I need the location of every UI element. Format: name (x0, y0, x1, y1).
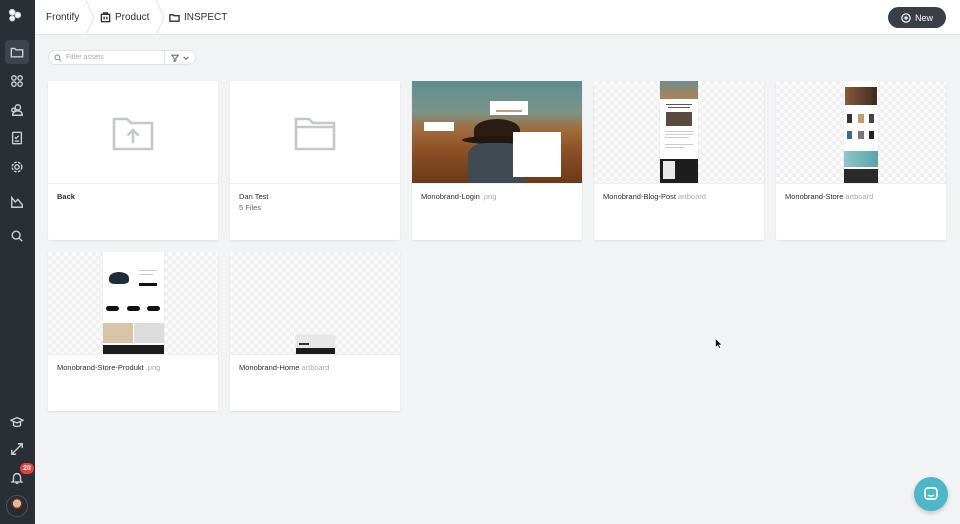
folder-icon[interactable] (5, 40, 29, 64)
asset-name: Monobrand-Blog-Post artboard (603, 192, 706, 201)
chat-icon (924, 487, 938, 500)
asset-card-image[interactable]: Monobrand-Login .png (412, 81, 582, 240)
folder-up-icon (111, 112, 155, 152)
asset-thumbnail (48, 81, 218, 184)
chat-support-button[interactable] (914, 477, 948, 511)
asset-name: Monobrand-Store-Produkt .png (57, 363, 161, 372)
breadcrumb-label: Product (115, 12, 150, 23)
breadcrumb-inspect[interactable]: INSPECT (169, 0, 227, 35)
asset-thumbnail (412, 81, 582, 184)
new-button[interactable]: New (888, 7, 946, 28)
home-preview (296, 335, 335, 354)
breadcrumb-label: INSPECT (184, 12, 228, 23)
asset-card-image[interactable]: Monobrand-Store-Produkt .png (48, 252, 218, 411)
asset-card-back[interactable]: Back (48, 81, 218, 240)
breadcrumb-label: Frontify (46, 12, 80, 23)
asset-card-folder[interactable]: Dan Test 5 Files (230, 81, 400, 240)
breadcrumb-separator (85, 0, 95, 36)
blog-post-preview (660, 81, 698, 183)
expand-icon[interactable] (5, 437, 29, 461)
asset-thumbnail (230, 81, 400, 184)
search-icon (54, 53, 62, 62)
new-button-label: New (914, 12, 933, 23)
checklist-icon[interactable] (5, 126, 29, 150)
plus-circle-icon (901, 12, 911, 23)
people-icon[interactable] (5, 98, 29, 122)
analytics-icon[interactable] (5, 190, 29, 214)
asset-name: Monobrand-Store artboard (785, 192, 874, 201)
store-preview (844, 81, 878, 183)
gear-icon[interactable] (5, 155, 29, 179)
chevron-down-icon (182, 55, 189, 60)
asset-thumbnail (48, 252, 218, 355)
store-produkt-preview (103, 252, 164, 354)
building-icon (100, 12, 111, 23)
folder-icon (293, 112, 337, 152)
asset-name: Monobrand-Login .png (421, 192, 497, 201)
mouse-cursor-icon (715, 338, 723, 349)
components-icon[interactable] (5, 69, 29, 93)
breadcrumb-separator (155, 0, 165, 36)
asset-name: Monobrand-Home artboard (239, 363, 330, 372)
asset-name: Back (57, 192, 75, 201)
asset-file-count: 5 Files (239, 203, 262, 212)
notification-badge: 20 (20, 463, 34, 474)
login-preview-image (412, 81, 582, 183)
asset-thumbnail (594, 81, 764, 184)
asset-thumbnail (776, 81, 946, 184)
folder-icon (169, 14, 180, 22)
breadcrumb-product[interactable]: Product (100, 0, 149, 35)
filter-icon (170, 54, 179, 62)
asset-card-artboard[interactable]: Monobrand-Blog-Post artboard (594, 81, 764, 240)
asset-card-artboard[interactable]: Monobrand-Store artboard (776, 81, 946, 240)
top-bar: Frontify Product INSPECT New (35, 0, 960, 36)
avatar[interactable] (6, 495, 28, 517)
asset-thumbnail (230, 252, 400, 355)
frontify-logo[interactable] (8, 8, 28, 28)
search-field[interactable] (48, 50, 165, 65)
breadcrumb-frontify[interactable]: Frontify (46, 0, 79, 35)
left-rail: 20 (0, 0, 35, 524)
search-icon[interactable] (5, 224, 29, 248)
asset-name: Dan Test (239, 192, 269, 201)
academy-icon[interactable] (5, 410, 29, 434)
search-input[interactable] (66, 54, 161, 61)
asset-card-artboard[interactable]: Monobrand-Home artboard (230, 252, 400, 411)
filter-dropdown[interactable] (165, 50, 196, 65)
